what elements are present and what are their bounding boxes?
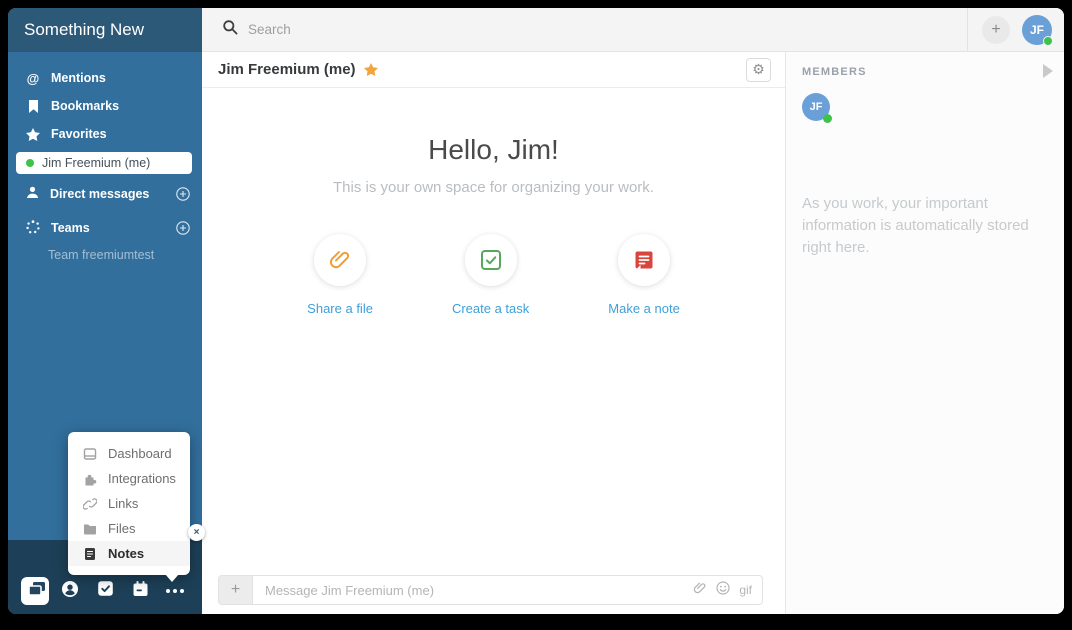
collapse-sidebar-button[interactable]: × [188, 524, 205, 541]
menu-item-integrations[interactable]: Integrations [68, 466, 190, 491]
notes-icon [83, 547, 97, 561]
menu-item-dashboard[interactable]: Dashboard [68, 441, 190, 466]
plus-icon: + [991, 21, 1000, 39]
conversation-title: Jim Freemium (me) [218, 61, 356, 78]
members-panel: MEMBERS JF As you work, your important i… [786, 52, 1064, 614]
members-panel-title: MEMBERS [802, 66, 1048, 78]
todos-icon [96, 579, 115, 603]
sidebar-nav: @ Mentions Bookmarks Favorites Jim Freem… [8, 52, 202, 268]
composer-add-button[interactable]: + [219, 576, 253, 604]
apps-popup-menu: Dashboard Integrations Links Files [68, 432, 190, 575]
members-info-text: As you work, your important information … [802, 193, 1034, 258]
composer-box[interactable]: + gif [218, 575, 763, 605]
menu-item-links[interactable]: Links [68, 491, 190, 516]
make-note-action[interactable]: Make a note [608, 234, 680, 316]
user-avatar[interactable]: JF [1022, 15, 1052, 45]
gear-icon: ⚙ [752, 61, 765, 78]
search-icon [222, 19, 238, 40]
welcome-subtitle: This is your own space for organizing yo… [202, 179, 785, 196]
sidebar-item-mentions[interactable]: @ Mentions [8, 64, 202, 92]
sidebar-item-team-freemiumtest[interactable]: Team freemiumtest [8, 242, 202, 268]
star-icon [26, 128, 40, 141]
dashboard-icon [83, 447, 97, 461]
sidebar-item-self-conversation[interactable]: Jim Freemium (me) [16, 152, 192, 174]
favorite-star-icon[interactable] [364, 63, 378, 76]
gif-button[interactable]: gif [739, 583, 752, 597]
body-row: Jim Freemium (me) ⚙ Hello, Jim! This is … [202, 52, 1064, 614]
sidebar-group-direct-messages[interactable]: Direct messages [8, 180, 202, 208]
person-icon [26, 186, 39, 202]
conversation-header: Jim Freemium (me) ⚙ [202, 52, 785, 88]
message-input[interactable] [253, 583, 693, 598]
content-column: + JF Jim Freemium (me) ⚙ [202, 8, 1064, 614]
collapse-panel-arrow-icon[interactable] [1042, 64, 1054, 83]
create-task-action[interactable]: Create a task [452, 234, 529, 316]
chats-icon [25, 578, 46, 604]
workspace-title: Something New [24, 20, 144, 40]
calendar-icon [131, 579, 150, 603]
bookmark-icon [26, 100, 40, 113]
message-composer: + gif [202, 575, 785, 614]
app-window: Something New @ Mentions Bookmarks Favor… [8, 8, 1064, 614]
new-item-button[interactable]: + [982, 16, 1010, 44]
emoji-icon[interactable] [716, 581, 730, 600]
menu-item-files[interactable]: Files [68, 516, 190, 541]
welcome-area: Hello, Jim! This is your own space for o… [202, 88, 785, 575]
topbar-divider [967, 8, 968, 52]
quick-actions: Share a file Create a task [202, 234, 785, 316]
search-input[interactable] [248, 22, 648, 37]
sidebar-group-teams[interactable]: Teams [8, 214, 202, 242]
search-bar[interactable] [222, 19, 967, 40]
paperclip-icon [314, 234, 366, 286]
sidebar: Something New @ Mentions Bookmarks Favor… [8, 8, 202, 614]
dock-chats-button[interactable] [21, 577, 49, 605]
member-avatar[interactable]: JF [802, 93, 830, 121]
plus-circle-icon[interactable] [175, 187, 190, 202]
links-icon [83, 497, 97, 511]
sidebar-item-favorites[interactable]: Favorites [8, 120, 202, 148]
note-icon [618, 234, 670, 286]
conversation-panel: Jim Freemium (me) ⚙ Hello, Jim! This is … [202, 52, 786, 614]
integrations-icon [83, 472, 97, 486]
presence-dot-icon [1043, 36, 1053, 46]
files-icon [83, 523, 97, 535]
at-icon: @ [26, 71, 40, 86]
topbar: + JF [202, 8, 1064, 52]
workspace-switcher[interactable]: Something New [8, 8, 202, 52]
share-file-action[interactable]: Share a file [307, 234, 373, 316]
dock-calendar-button[interactable] [126, 577, 154, 605]
composer-actions: gif [693, 581, 752, 600]
menu-item-notes[interactable]: Notes [68, 541, 190, 566]
dock-contacts-button[interactable] [56, 577, 84, 605]
attach-file-icon[interactable] [693, 581, 707, 600]
team-icon [26, 220, 40, 237]
contacts-icon [60, 579, 80, 604]
presence-dot-icon [26, 159, 34, 167]
presence-dot-icon [823, 114, 832, 123]
plus-circle-icon[interactable] [175, 221, 190, 236]
sidebar-item-bookmarks[interactable]: Bookmarks [8, 92, 202, 120]
popup-caret [165, 574, 179, 582]
dock-todos-button[interactable] [91, 577, 119, 605]
conversation-settings-button[interactable]: ⚙ [746, 58, 771, 82]
welcome-title: Hello, Jim! [202, 134, 785, 166]
plus-icon: + [231, 581, 240, 599]
task-check-icon [465, 234, 517, 286]
